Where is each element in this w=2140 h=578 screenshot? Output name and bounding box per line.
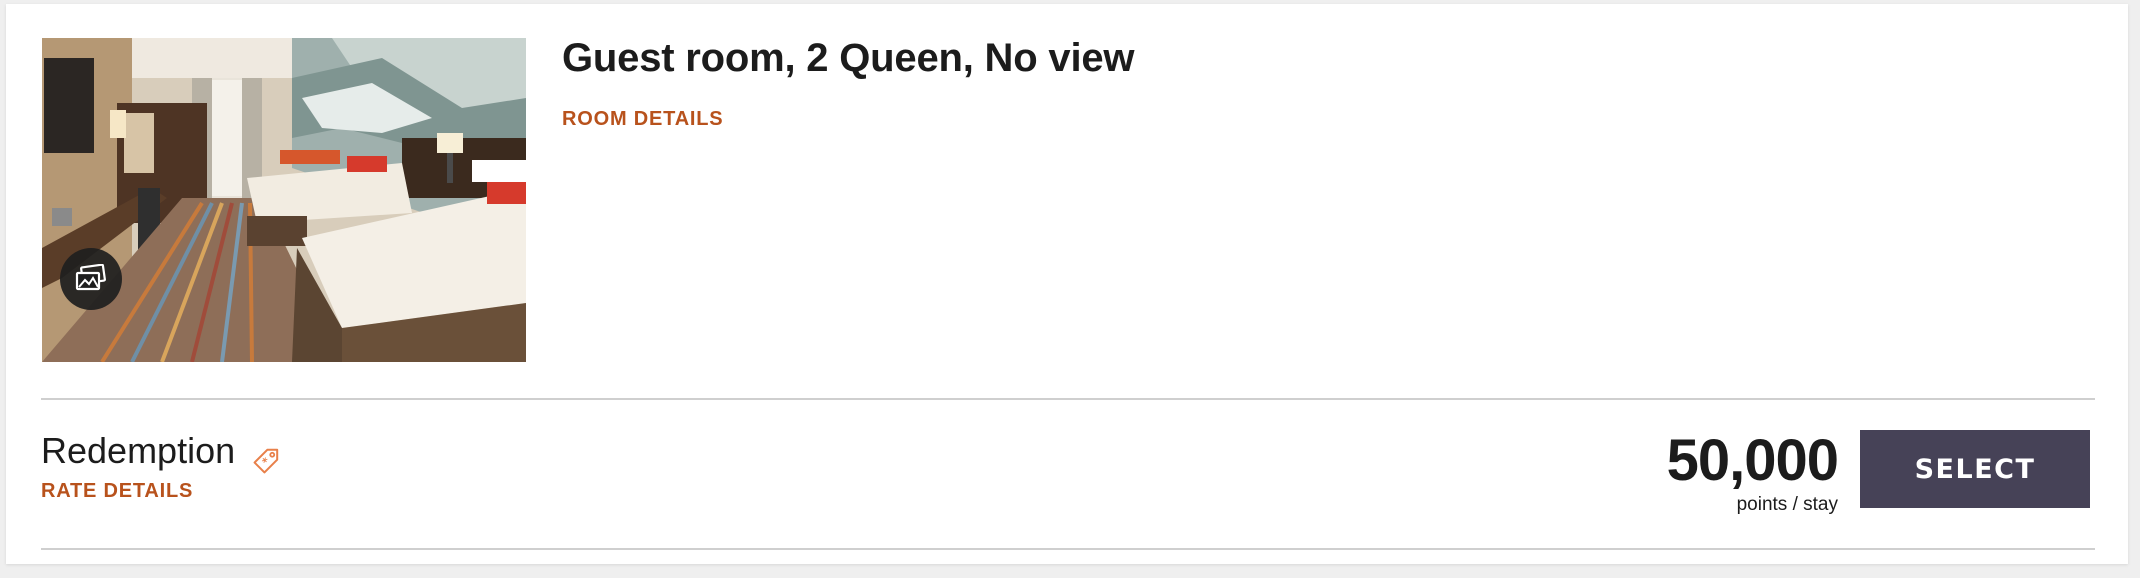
image-gallery-icon bbox=[75, 264, 106, 291]
price-points: 50,000 bbox=[1666, 428, 1839, 493]
room-details-link[interactable]: ROOM DETAILS bbox=[562, 108, 723, 131]
image-gallery-button[interactable] bbox=[60, 248, 122, 310]
room-photo-image bbox=[42, 38, 526, 362]
price-unit: points / stay bbox=[1736, 494, 1838, 515]
room-rate-card: Guest room, 2 Queen, No view ROOM DETAIL… bbox=[6, 4, 2128, 564]
section-divider bbox=[41, 398, 2095, 400]
room-title: Guest room, 2 Queen, No view bbox=[562, 36, 1135, 80]
price-tag-icon[interactable]: * bbox=[250, 441, 286, 477]
rate-details-link[interactable]: RATE DETAILS bbox=[41, 480, 193, 503]
section-divider bbox=[41, 548, 2095, 550]
price-block: 50,000 points / stay bbox=[1666, 428, 1839, 516]
rate-name: Redemption bbox=[41, 430, 236, 471]
room-photo[interactable] bbox=[42, 38, 526, 362]
select-button[interactable]: SELECT bbox=[1860, 430, 2090, 508]
